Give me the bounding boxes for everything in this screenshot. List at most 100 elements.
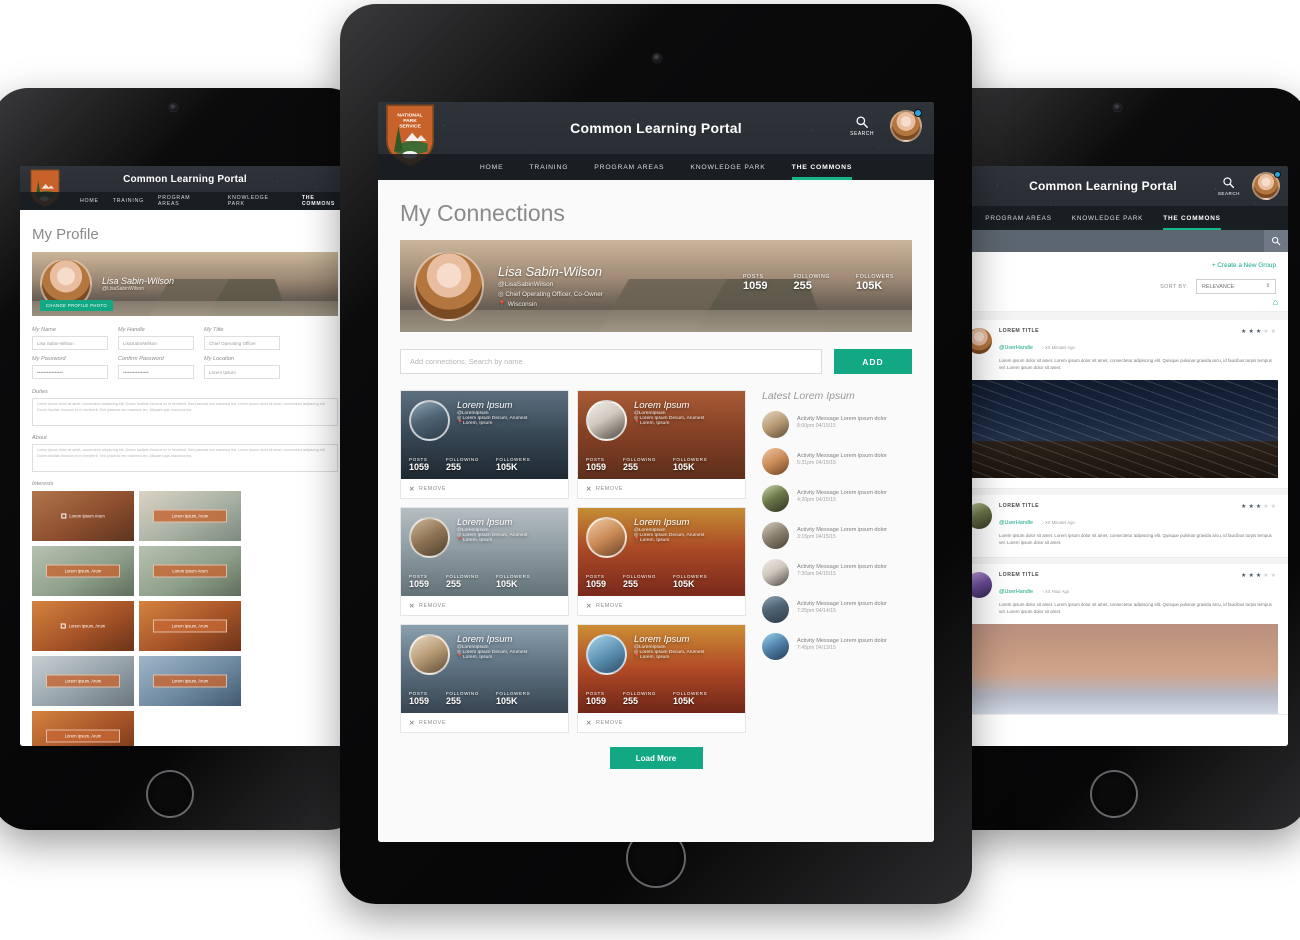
listing-title-row: LOREM TITLE ★★★★★ [999, 572, 1278, 579]
list-item[interactable]: LOREM TITLE ★★★★★ @UserHandle › XX Hour … [958, 563, 1288, 715]
avatar[interactable] [762, 633, 789, 660]
search-icon [1271, 236, 1281, 246]
notification-badge[interactable] [1274, 171, 1281, 178]
confirm-password-input[interactable]: •••••••••••••••• [118, 365, 194, 379]
nav-item-the-commons[interactable]: THE COMMONS [1163, 215, 1222, 230]
nav-item-knowledge-park[interactable]: KNOWLEDGE PARK [690, 164, 765, 171]
nav-item-home[interactable]: HOME [80, 198, 99, 204]
avatar[interactable] [762, 522, 789, 549]
interest-tile[interactable]: Lorem Ipsum, Arum [139, 601, 241, 651]
add-button[interactable]: ADD [834, 349, 912, 374]
connection-meta: Lorem Ipsum @LoremIpsum ◎ Lorem Ipsum De… [634, 634, 704, 660]
connection-card[interactable]: Lorem Ipsum @LoremIpsum ◎ Lorem Ipsum De… [400, 390, 569, 499]
load-more-button[interactable]: Load More [609, 747, 703, 769]
listing-time: › XX Minutes Ago [1042, 345, 1075, 350]
interest-tile[interactable]: Lorem Ipsum Arum [139, 546, 241, 596]
nav-item-knowledge-park[interactable]: KNOWLEDGE PARK [228, 195, 288, 207]
nav-item-home[interactable]: HOME [480, 164, 504, 171]
my-password-input[interactable]: •••••••••••••••• [32, 365, 108, 379]
list-item[interactable]: LOREM TITLE ★★★★★ @UserHandle › XX Minut… [958, 320, 1288, 489]
avatar[interactable] [762, 596, 789, 623]
list-item[interactable]: LOREM TITLE ★★★★★ @UserHandle › XX Minut… [958, 494, 1288, 558]
connection-card[interactable]: Lorem Ipsum @LoremIpsum ◎ Lorem Ipsum De… [577, 390, 746, 499]
listing-handle[interactable]: @UserHandle [999, 520, 1033, 526]
listing-handle[interactable]: @UserHandle [999, 345, 1033, 351]
rating-stars[interactable]: ★★★★★ [1241, 328, 1278, 335]
home-button-right[interactable] [1092, 772, 1136, 816]
change-profile-photo-button[interactable]: CHANGE PROFILE PHOTO [40, 300, 113, 311]
interest-tile[interactable]: Lorem Ipsum, Arum [32, 601, 134, 651]
listing-photo-sunset-clouds[interactable] [968, 623, 1278, 714]
about-textarea[interactable]: Lorem ipsum dolor sit amet, consectetur … [32, 444, 338, 472]
nav-item-program-areas[interactable]: PROGRAM AREAS [594, 164, 664, 171]
interest-tile[interactable]: Lorem Ipsum, Arum [32, 711, 134, 746]
add-connection-input[interactable]: Add connections, Search by name [400, 349, 822, 374]
connection-stats: POSTS 1059 FOLLOWING 255 FOLLOWERS 105K [586, 574, 707, 589]
home-button-left[interactable] [148, 772, 192, 816]
search-button-center[interactable]: SEARCH [850, 115, 874, 137]
nav-item-the-commons[interactable]: THE COMMONS [791, 164, 853, 180]
connection-meta: Lorem Ipsum @LoremIpsum ◎ Lorem Ipsum De… [457, 634, 527, 660]
avatar[interactable] [762, 559, 789, 586]
group-search-bar[interactable] [958, 230, 1288, 252]
avatar[interactable] [586, 634, 627, 675]
interest-tile[interactable]: Lorem Ipsum, Arum [32, 546, 134, 596]
remove-connection-button[interactable]: ✕ REMOVE [578, 596, 745, 615]
listing-handle[interactable]: @UserHandle [999, 589, 1033, 595]
collapse-chevron-icon[interactable]: ⌂ [1273, 298, 1278, 307]
profile-page: My Profile Lisa Sabin-Wilson @LisaSabinW… [20, 210, 350, 746]
interest-tile[interactable]: Lorem Ipsum, Arum [32, 656, 134, 706]
rating-stars[interactable]: ★★★★★ [1241, 572, 1278, 579]
nav-item-training[interactable]: TRAINING [113, 198, 144, 204]
sort-row: SORT BY: RELEVANCE ⇕ [970, 279, 1276, 294]
connection-card[interactable]: Lorem Ipsum @LoremIpsum ◎ Lorem Ipsum De… [400, 624, 569, 733]
nav-item-program-areas[interactable]: PROGRAM AREAS [158, 195, 214, 207]
avatar[interactable] [762, 448, 789, 475]
interest-tile[interactable]: Lorem Ipsum Arum [32, 491, 134, 541]
sort-by-select[interactable]: RELEVANCE ⇕ [1196, 279, 1276, 294]
remove-connection-button[interactable]: ✕ REMOVE [401, 479, 568, 498]
list-item[interactable]: Activity Message Lorem ipsum dolor 7:45p… [762, 633, 912, 660]
remove-connection-button[interactable]: ✕ REMOVE [401, 596, 568, 615]
list-item[interactable]: Activity Message Lorem ipsum dolor 3:15p… [762, 522, 912, 549]
interest-tile[interactable]: Lorem Ipsum, Arum [139, 491, 241, 541]
list-item[interactable]: Activity Message Lorem ipsum dolor 5:31p… [762, 448, 912, 475]
avatar[interactable] [414, 251, 484, 321]
listing-photo-night-sky[interactable] [968, 379, 1278, 478]
avatar[interactable] [409, 517, 450, 558]
list-item[interactable]: Activity Message Lorem ipsum dolor 8:00p… [762, 411, 912, 438]
list-item[interactable]: Activity Message Lorem ipsum dolor 7:30a… [762, 559, 912, 586]
avatar[interactable] [586, 517, 627, 558]
field-label: My Name [32, 327, 56, 333]
avatar[interactable] [586, 400, 627, 441]
connection-card[interactable]: Lorem Ipsum @LoremIpsum ◎ Lorem Ipsum De… [400, 507, 569, 616]
nav-item-training[interactable]: TRAINING [529, 164, 568, 171]
connection-card[interactable]: Lorem Ipsum @LoremIpsum ◎ Lorem Ipsum De… [577, 507, 746, 616]
create-new-group-link[interactable]: + Create a New Group [970, 262, 1276, 269]
nav-item-program-areas[interactable]: PROGRAM AREAS [985, 215, 1052, 222]
remove-connection-button[interactable]: ✕ REMOVE [578, 713, 745, 732]
nav-item-knowledge-park[interactable]: KNOWLEDGE PARK [1072, 215, 1143, 222]
interest-tile[interactable]: Lorem Ipsum, Arum [139, 656, 241, 706]
my-name-input[interactable]: Lisa Sabin-Wilson [32, 336, 108, 350]
search-submit-button[interactable] [1264, 230, 1288, 252]
search-button-right[interactable]: SEARCH [1218, 176, 1240, 196]
my-title-input[interactable]: Chief Operating Officer [204, 336, 280, 350]
stat-value: 105K [673, 696, 695, 706]
avatar[interactable] [762, 485, 789, 512]
my-handle-input[interactable]: LisaSabinWilson [118, 336, 194, 350]
remove-connection-button[interactable]: ✕ REMOVE [578, 479, 745, 498]
avatar[interactable] [762, 411, 789, 438]
connection-card[interactable]: Lorem Ipsum @LoremIpsum ◎ Lorem Ipsum De… [577, 624, 746, 733]
list-item[interactable]: Activity Message Lorem ipsum dolor 7:25p… [762, 596, 912, 623]
avatar-container [890, 109, 922, 142]
my-location-input[interactable]: Lorem Ipsum [204, 365, 280, 379]
notification-badge[interactable] [914, 109, 922, 117]
list-item[interactable]: Activity Message Lorem ipsum dolor 4:20p… [762, 485, 912, 512]
rating-stars[interactable]: ★★★★★ [1241, 503, 1278, 510]
activity-message: Activity Message Lorem ipsum dolor [797, 638, 887, 644]
avatar[interactable] [409, 400, 450, 441]
avatar[interactable] [409, 634, 450, 675]
remove-connection-button[interactable]: ✕ REMOVE [401, 713, 568, 732]
duties-textarea[interactable]: Lorem ipsum dolor sit amet, consectetur … [32, 398, 338, 426]
